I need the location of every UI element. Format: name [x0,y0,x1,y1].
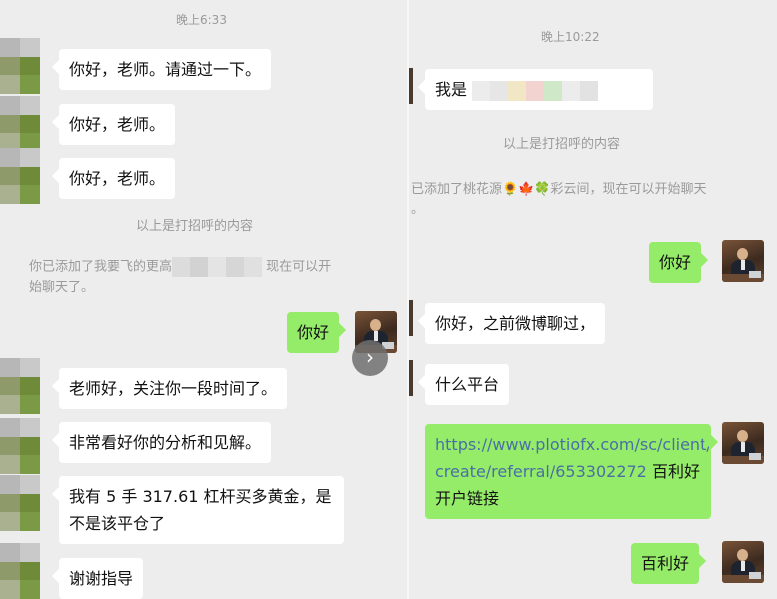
contact-avatar-pixelated[interactable] [0,418,40,474]
added-notice-suffix: 现在可以开 [266,259,332,275]
message-text: 我是 [435,80,468,99]
contact-avatar-pixelated[interactable] [0,96,40,152]
referral-link-cont[interactable]: create/referral/653302272 [435,462,647,481]
incoming-message[interactable]: 你好，老师。 [59,158,176,199]
message-line: 我有 5 手 317.61 杠杆买多黄金，是 [69,487,332,506]
my-avatar[interactable] [722,541,764,583]
outgoing-message[interactable]: 你好 [287,312,340,353]
my-avatar[interactable] [722,240,764,282]
added-friend-notice: 已添加了桃花源🌻🍁🍀彩云间，现在可以开始聊天 。 [411,180,771,220]
contact-avatar-pixelated[interactable] [0,38,40,94]
outgoing-message[interactable]: 你好 [649,242,702,283]
contact-avatar-edge[interactable] [409,300,413,336]
chevron-right-icon[interactable]: › [352,340,388,376]
incoming-message[interactable]: 谢谢指导 [59,558,144,599]
incoming-message[interactable]: 你好，老师。请通过一下。 [59,49,272,90]
redacted-name [472,80,599,101]
my-avatar[interactable] [722,422,764,464]
message-text: 百利好 [646,462,700,481]
incoming-message[interactable]: 你好，老师。 [59,104,176,145]
greeting-notice: 以上是打招呼的内容 [136,219,254,234]
added-notice-line1: 已添加了桃花源🌻🍁🍀彩云间，现在可以开始聊天 [411,182,707,197]
timestamp: 晚上6:33 [176,13,227,27]
left-chat-panel: 晚上6:33 你好，老师。请通过一下。 你好，老师。 你好，老师。 以上是打招呼… [0,0,407,599]
incoming-message[interactable]: 非常看好你的分析和见解。 [59,422,272,463]
contact-avatar-pixelated[interactable] [0,358,40,414]
contact-avatar-edge[interactable] [409,68,413,104]
contact-avatar-pixelated[interactable] [0,543,40,599]
outgoing-link-message[interactable]: https://www.plotiofx.com/sc/client/ crea… [425,424,712,519]
added-notice-line2: 始聊天了。 [29,279,95,295]
timestamp: 晚上10:22 [541,30,600,44]
message-text: 开户链接 [435,489,500,508]
added-friend-notice: 你已添加了我要飞的更高 现在可以开 始聊天了。 [29,257,389,298]
right-chat-panel: 晚上10:22 我是 以上是打招呼的内容 已添加了桃花源🌻🍁🍀彩云间，现在可以开… [409,0,777,599]
contact-avatar-pixelated[interactable] [0,475,40,531]
message-line: 不是该平仓了 [69,514,166,533]
contact-avatar-edge[interactable] [409,360,413,396]
added-notice-line2: 。 [411,202,425,217]
incoming-message[interactable]: 老师好，关注你一段时间了。 [59,368,288,409]
outgoing-message[interactable]: 百利好 [631,543,700,584]
redacted-name [172,257,263,277]
greeting-notice: 以上是打招呼的内容 [503,137,621,152]
contact-avatar-pixelated[interactable] [0,148,40,204]
referral-link[interactable]: https://www.plotiofx.com/sc/client/ [435,431,712,458]
incoming-message-multiline[interactable]: 我有 5 手 317.61 杠杆买多黄金，是 不是该平仓了 [59,476,344,544]
incoming-message[interactable]: 你好，之前微博聊过， [425,303,606,344]
incoming-message[interactable]: 什么平台 [425,364,510,405]
added-notice-prefix: 你已添加了我要飞的更高 [29,259,173,275]
incoming-message[interactable]: 我是 [425,69,653,110]
